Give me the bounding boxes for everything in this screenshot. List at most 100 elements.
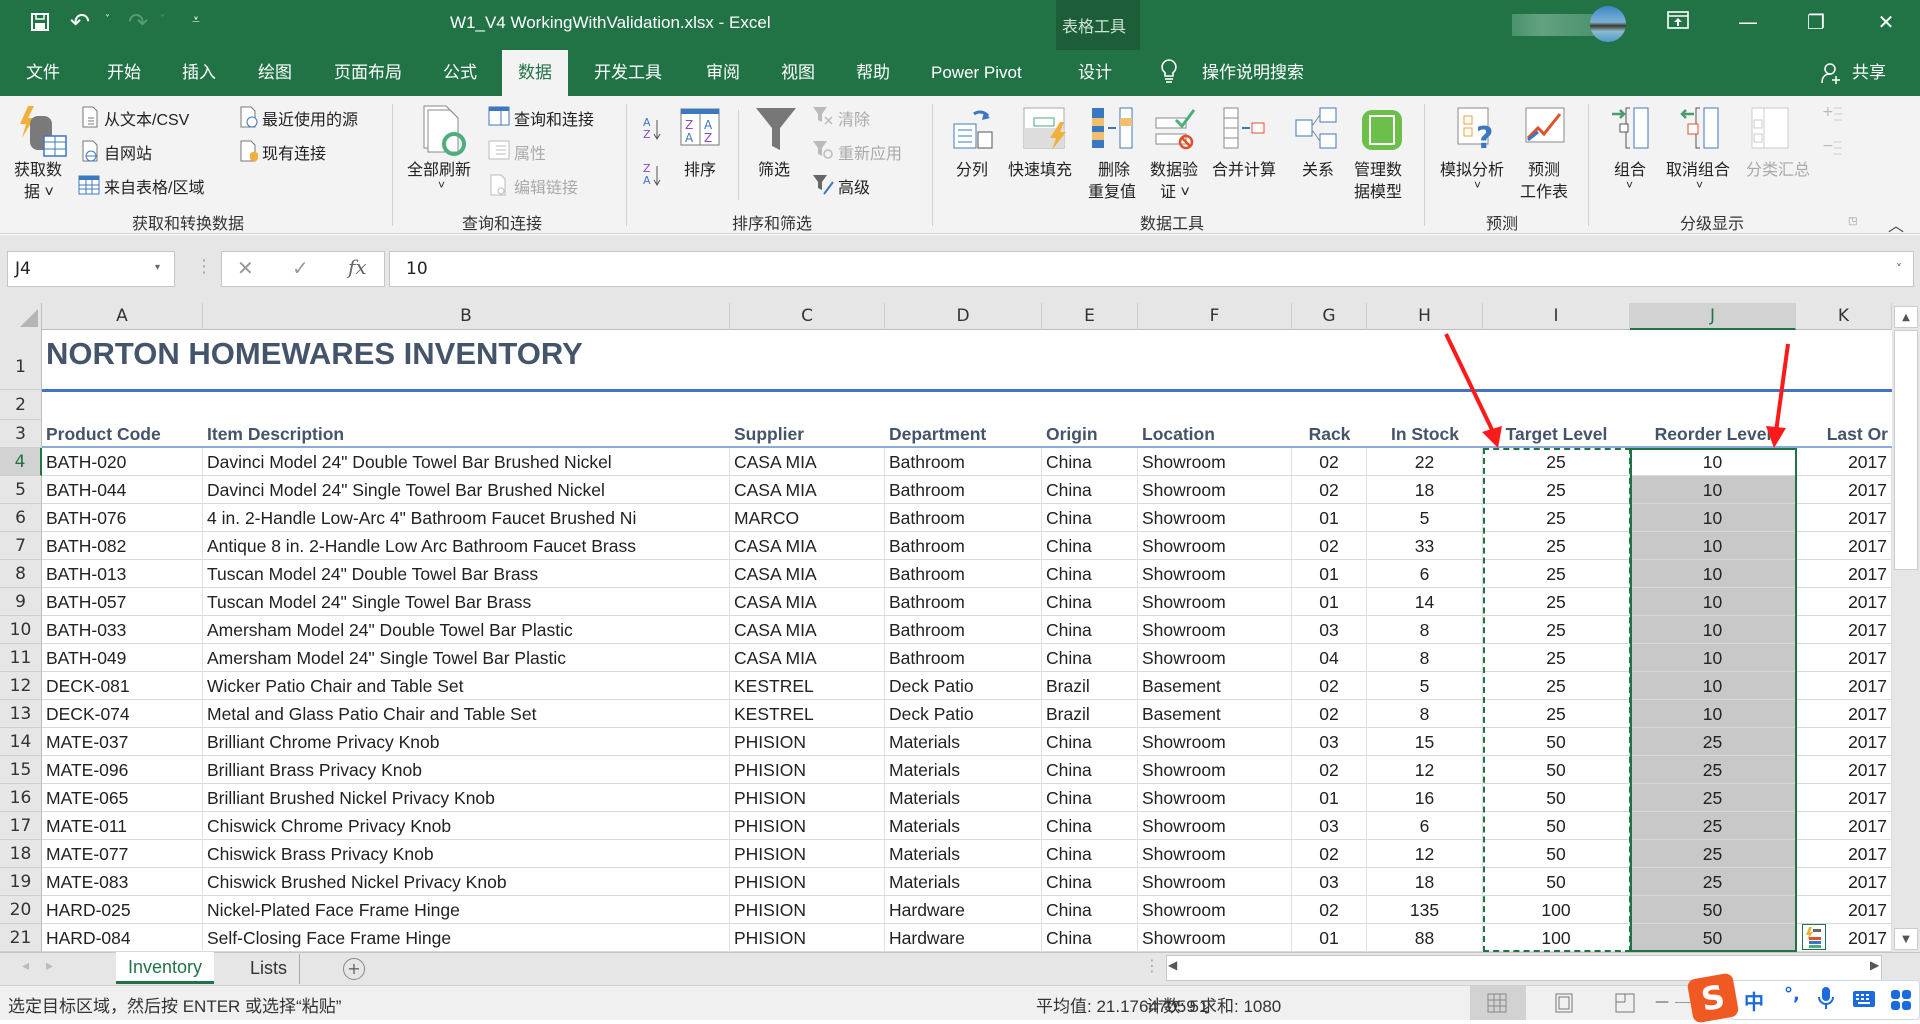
ime-punctuation-toggle[interactable]: °, bbox=[1784, 984, 1800, 1005]
cell-c10[interactable]: CASA MIA bbox=[730, 616, 885, 644]
cell-c17[interactable]: PHISION bbox=[730, 812, 885, 840]
cell-c5[interactable]: CASA MIA bbox=[730, 476, 885, 504]
row-header-18[interactable]: 18 bbox=[0, 840, 42, 868]
tab-insert[interactable]: 插入 bbox=[172, 50, 226, 96]
cell-d19[interactable]: Materials bbox=[885, 868, 1042, 896]
cell-a8[interactable]: BATH-013 bbox=[42, 560, 203, 588]
insert-function-icon[interactable]: fx bbox=[348, 255, 367, 279]
cell-c14[interactable]: PHISION bbox=[730, 728, 885, 756]
cell-i9[interactable]: 25 bbox=[1483, 588, 1630, 616]
keyboard-icon[interactable] bbox=[1852, 990, 1876, 1012]
cell-f9[interactable]: Showroom bbox=[1138, 588, 1292, 616]
cell-g11[interactable]: 04 bbox=[1292, 644, 1367, 672]
cell-k14[interactable]: 2017 bbox=[1796, 728, 1892, 756]
data-validation-dropdown[interactable]: 证 ˅ bbox=[1160, 178, 1190, 202]
cell-g10[interactable]: 03 bbox=[1292, 616, 1367, 644]
cell-k5[interactable]: 2017 bbox=[1796, 476, 1892, 504]
page-layout-view-button[interactable] bbox=[1540, 986, 1590, 1020]
column-title[interactable]: Last Or bbox=[1796, 420, 1892, 448]
cell-c8[interactable]: CASA MIA bbox=[730, 560, 885, 588]
cell-b19[interactable]: Chiswick Brushed Nickel Privacy Knob bbox=[203, 868, 730, 896]
cell-f10[interactable]: Showroom bbox=[1138, 616, 1292, 644]
what-if-icon[interactable]: ? bbox=[1456, 106, 1500, 156]
cell-k17[interactable]: 2017 bbox=[1796, 812, 1892, 840]
cell-j20[interactable]: 50 bbox=[1630, 896, 1796, 924]
tab-splitter-icon[interactable]: ⋮ bbox=[1144, 956, 1160, 975]
column-title[interactable]: Item Description bbox=[203, 420, 730, 448]
cell-d20[interactable]: Hardware bbox=[885, 896, 1042, 924]
scroll-left-button[interactable]: ◀ bbox=[1168, 958, 1177, 972]
cell-h21[interactable]: 88 bbox=[1367, 924, 1483, 952]
tab-power-pivot[interactable]: Power Pivot bbox=[921, 50, 1032, 96]
cell-a20[interactable]: HARD-025 bbox=[42, 896, 203, 924]
cell-a11[interactable]: BATH-049 bbox=[42, 644, 203, 672]
tab-review[interactable]: 审阅 bbox=[696, 50, 750, 96]
cell-a6[interactable]: BATH-076 bbox=[42, 504, 203, 532]
cell-h19[interactable]: 18 bbox=[1367, 868, 1483, 896]
remove-duplicates-icon[interactable] bbox=[1090, 106, 1136, 156]
cell-j17[interactable]: 25 bbox=[1630, 812, 1796, 840]
share-icon[interactable] bbox=[1820, 62, 1842, 88]
cell-h10[interactable]: 8 bbox=[1367, 616, 1483, 644]
cell-h20[interactable]: 135 bbox=[1367, 896, 1483, 924]
cell-c16[interactable]: PHISION bbox=[730, 784, 885, 812]
ungroup-dropdown[interactable]: ˅ bbox=[1696, 178, 1703, 192]
row-header-19[interactable]: 19 bbox=[0, 868, 42, 896]
cell-b20[interactable]: Nickel-Plated Face Frame Hinge bbox=[203, 896, 730, 924]
cell-d12[interactable]: Deck Patio bbox=[885, 672, 1042, 700]
cell-f16[interactable]: Showroom bbox=[1138, 784, 1292, 812]
cell-a9[interactable]: BATH-057 bbox=[42, 588, 203, 616]
refresh-all-button[interactable]: 全部刷新 bbox=[407, 156, 471, 180]
filter-icon[interactable] bbox=[754, 106, 798, 156]
tab-file[interactable]: 文件 bbox=[16, 50, 70, 96]
row-header-3[interactable]: 3 bbox=[0, 420, 42, 448]
cell-f15[interactable]: Showroom bbox=[1138, 756, 1292, 784]
row-header-4[interactable]: 4 bbox=[0, 448, 42, 476]
cell-a12[interactable]: DECK-081 bbox=[42, 672, 203, 700]
cell-e8[interactable]: China bbox=[1042, 560, 1138, 588]
cell-g19[interactable]: 03 bbox=[1292, 868, 1367, 896]
column-title[interactable]: Origin bbox=[1042, 420, 1138, 448]
cell-a19[interactable]: MATE-083 bbox=[42, 868, 203, 896]
sort-ascending-icon[interactable]: AZ bbox=[642, 114, 664, 146]
row-header-6[interactable]: 6 bbox=[0, 504, 42, 532]
cell-i20[interactable]: 100 bbox=[1483, 896, 1630, 924]
from-text-csv-button[interactable]: 从文本/CSV bbox=[104, 106, 189, 130]
save-icon[interactable] bbox=[30, 12, 50, 37]
column-header-j[interactable]: J bbox=[1630, 303, 1796, 330]
cell-h5[interactable]: 18 bbox=[1367, 476, 1483, 504]
cell-f5[interactable]: Showroom bbox=[1138, 476, 1292, 504]
tab-design[interactable]: 设计 bbox=[1068, 50, 1122, 96]
cell-d8[interactable]: Bathroom bbox=[885, 560, 1042, 588]
cancel-icon[interactable]: ✕ bbox=[237, 256, 254, 280]
cell-a5[interactable]: BATH-044 bbox=[42, 476, 203, 504]
tab-developer[interactable]: 开发工具 bbox=[584, 50, 672, 96]
cell-c12[interactable]: KESTREL bbox=[730, 672, 885, 700]
cell-f18[interactable]: Showroom bbox=[1138, 840, 1292, 868]
queries-connections-button[interactable]: 查询和连接 bbox=[514, 106, 594, 130]
cell-h13[interactable]: 8 bbox=[1367, 700, 1483, 728]
cell-h11[interactable]: 8 bbox=[1367, 644, 1483, 672]
cell-h12[interactable]: 5 bbox=[1367, 672, 1483, 700]
cell-k8[interactable]: 2017 bbox=[1796, 560, 1892, 588]
column-header-f[interactable]: F bbox=[1138, 303, 1292, 330]
cell-j21[interactable]: 50 bbox=[1630, 924, 1796, 952]
row-header-15[interactable]: 15 bbox=[0, 756, 42, 784]
data-validation-icon[interactable] bbox=[1154, 106, 1198, 154]
consolidate-button[interactable]: 合并计算 bbox=[1212, 156, 1276, 180]
cell-b21[interactable]: Self-Closing Face Frame Hinge bbox=[203, 924, 730, 952]
cell-f4[interactable]: Showroom bbox=[1138, 448, 1292, 476]
cell-b17[interactable]: Chiswick Chrome Privacy Knob bbox=[203, 812, 730, 840]
cell-f11[interactable]: Showroom bbox=[1138, 644, 1292, 672]
cell-k6[interactable]: 2017 bbox=[1796, 504, 1892, 532]
row-header-12[interactable]: 12 bbox=[0, 672, 42, 700]
cell-e11[interactable]: China bbox=[1042, 644, 1138, 672]
cell-c4[interactable]: CASA MIA bbox=[730, 448, 885, 476]
cell-j16[interactable]: 25 bbox=[1630, 784, 1796, 812]
cell-a13[interactable]: DECK-074 bbox=[42, 700, 203, 728]
cell-k11[interactable]: 2017 bbox=[1796, 644, 1892, 672]
cell-g12[interactable]: 02 bbox=[1292, 672, 1367, 700]
cell-f20[interactable]: Showroom bbox=[1138, 896, 1292, 924]
cell-c18[interactable]: PHISION bbox=[730, 840, 885, 868]
vertical-scroll-thumb[interactable] bbox=[1894, 330, 1918, 570]
